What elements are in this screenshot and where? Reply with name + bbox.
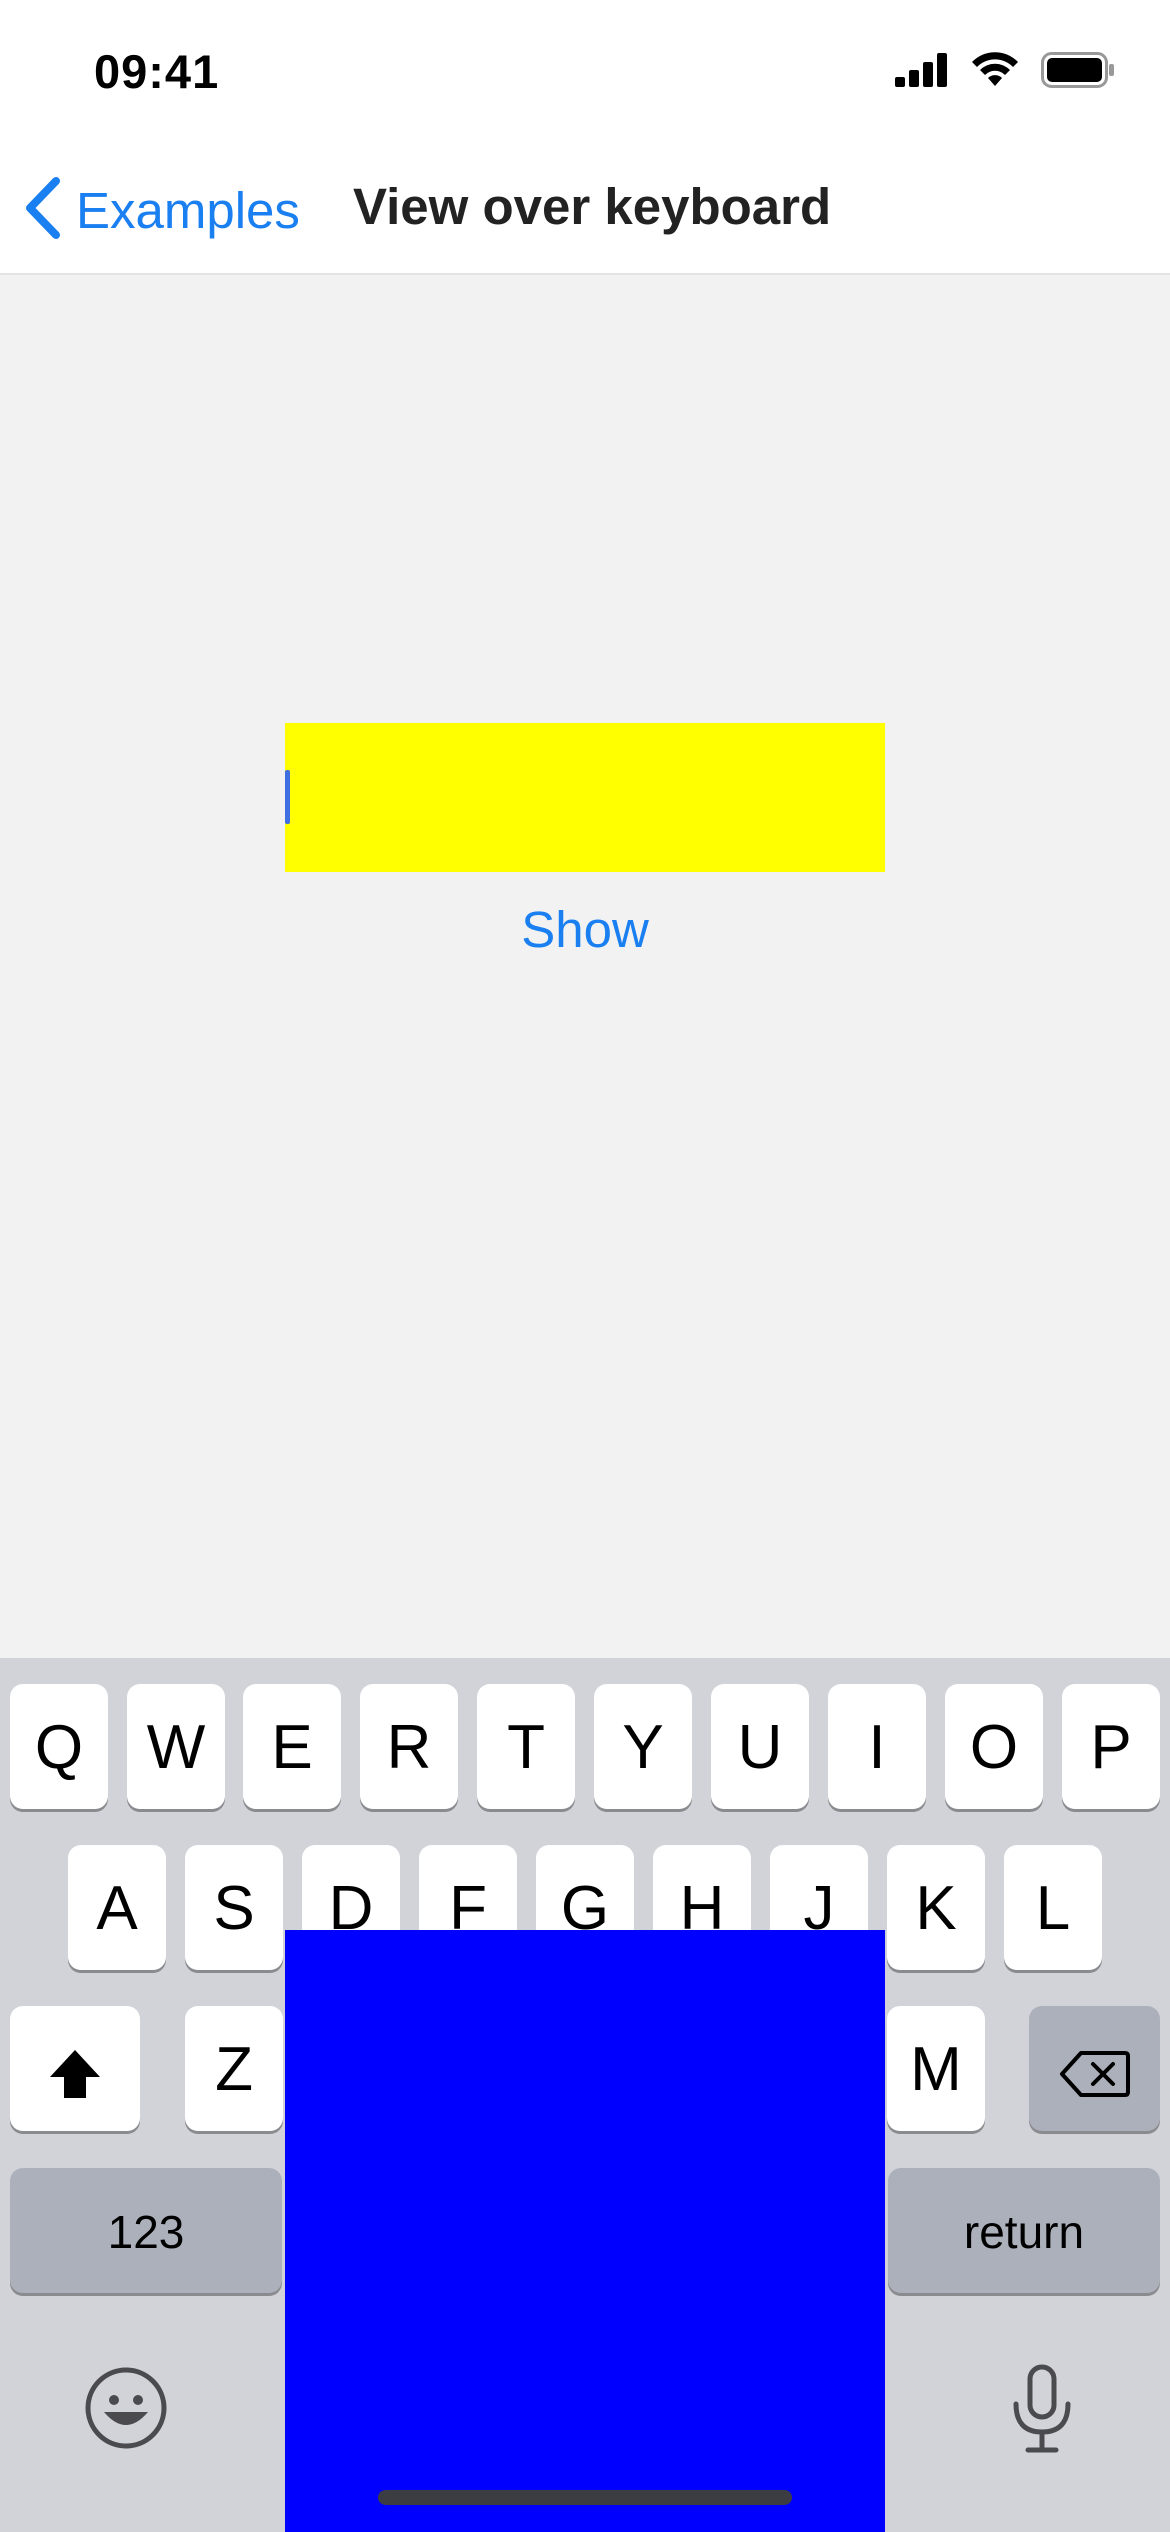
key-k[interactable]: K <box>887 1845 985 1970</box>
key-r[interactable]: R <box>360 1684 458 1809</box>
return-key[interactable]: return <box>888 2168 1160 2293</box>
numbers-key[interactable]: 123 <box>10 2168 282 2293</box>
key-t[interactable]: T <box>477 1684 575 1809</box>
key-w[interactable]: W <box>127 1684 225 1809</box>
status-icons <box>895 52 1115 93</box>
screen: 09:41 Examples View over keyboard Show Q… <box>0 0 1170 2532</box>
emoji-button[interactable] <box>84 2366 168 2455</box>
key-e[interactable]: E <box>243 1684 341 1809</box>
cellular-signal-icon <box>895 53 949 92</box>
status-bar: 09:41 <box>0 0 1170 150</box>
key-s[interactable]: S <box>185 1845 283 1970</box>
key-m[interactable]: M <box>887 2006 985 2131</box>
home-indicator[interactable] <box>378 2490 792 2505</box>
key-y[interactable]: Y <box>594 1684 692 1809</box>
back-button[interactable]: Examples <box>22 170 300 250</box>
text-input[interactable] <box>285 723 885 872</box>
status-time: 09:41 <box>94 45 220 98</box>
key-u[interactable]: U <box>711 1684 809 1809</box>
shift-key[interactable] <box>10 2006 140 2131</box>
key-q[interactable]: Q <box>10 1684 108 1809</box>
navigation-bar: Examples View over keyboard <box>0 150 1170 275</box>
overlay-view <box>285 1930 885 2532</box>
shift-icon <box>47 2035 103 2104</box>
key-o[interactable]: O <box>945 1684 1043 1809</box>
emoji-icon <box>84 2367 168 2454</box>
back-button-label: Examples <box>76 181 300 239</box>
key-z[interactable]: Z <box>185 2006 283 2131</box>
backspace-key[interactable] <box>1029 2006 1160 2131</box>
dictation-button[interactable] <box>1010 2364 1074 2459</box>
battery-icon <box>1041 52 1115 93</box>
backspace-icon <box>1059 2035 1131 2104</box>
key-p[interactable]: P <box>1062 1684 1160 1809</box>
key-a[interactable]: A <box>68 1845 166 1970</box>
wifi-icon <box>971 52 1019 93</box>
chevron-left-icon <box>22 176 62 244</box>
key-l[interactable]: L <box>1004 1845 1102 1970</box>
microphone-icon <box>1010 2364 1074 2458</box>
key-i[interactable]: I <box>828 1684 926 1809</box>
show-button[interactable]: Show <box>485 895 685 965</box>
text-cursor <box>285 770 290 824</box>
page-title: View over keyboard <box>353 178 832 235</box>
